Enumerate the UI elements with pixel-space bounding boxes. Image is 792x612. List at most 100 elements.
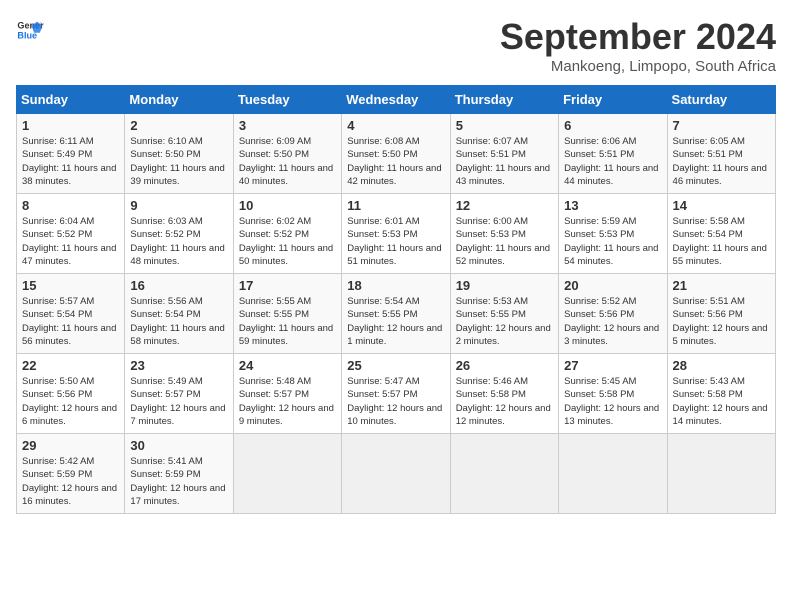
calendar-day: 12 Sunrise: 6:00 AMSunset: 5:53 PMDayligh… (450, 194, 558, 274)
day-number: 24 (239, 358, 336, 373)
calendar-day: 7 Sunrise: 6:05 AMSunset: 5:51 PMDaylight… (667, 114, 775, 194)
month-title: September 2024 (500, 16, 776, 58)
day-number: 3 (239, 118, 336, 133)
day-number: 27 (564, 358, 661, 373)
day-info: Sunrise: 6:08 AMSunset: 5:50 PMDaylight:… (347, 135, 444, 188)
day-info: Sunrise: 5:41 AMSunset: 5:59 PMDaylight:… (130, 455, 227, 508)
day-info: Sunrise: 5:45 AMSunset: 5:58 PMDaylight:… (564, 375, 661, 428)
day-number: 26 (456, 358, 553, 373)
day-number: 4 (347, 118, 444, 133)
calendar-week-row: 22 Sunrise: 5:50 AMSunset: 5:56 PMDayligh… (17, 354, 776, 434)
day-number: 2 (130, 118, 227, 133)
calendar-day: 20 Sunrise: 5:52 AMSunset: 5:56 PMDayligh… (559, 274, 667, 354)
day-number: 30 (130, 438, 227, 453)
day-number: 10 (239, 198, 336, 213)
day-info: Sunrise: 6:01 AMSunset: 5:53 PMDaylight:… (347, 215, 444, 268)
day-info: Sunrise: 6:06 AMSunset: 5:51 PMDaylight:… (564, 135, 661, 188)
day-number: 21 (673, 278, 770, 293)
day-info: Sunrise: 6:02 AMSunset: 5:52 PMDaylight:… (239, 215, 336, 268)
calendar-body: 1 Sunrise: 6:11 AMSunset: 5:49 PMDaylight… (17, 114, 776, 514)
day-info: Sunrise: 5:46 AMSunset: 5:58 PMDaylight:… (456, 375, 553, 428)
location-subtitle: Mankoeng, Limpopo, South Africa (500, 58, 776, 75)
day-number: 25 (347, 358, 444, 373)
calendar-day (667, 434, 775, 514)
day-info: Sunrise: 5:43 AMSunset: 5:58 PMDaylight:… (673, 375, 770, 428)
day-info: Sunrise: 6:05 AMSunset: 5:51 PMDaylight:… (673, 135, 770, 188)
day-info: Sunrise: 5:55 AMSunset: 5:55 PMDaylight:… (239, 295, 336, 348)
day-number: 17 (239, 278, 336, 293)
calendar-day: 6Sunrise: 6:06 AMSunset: 5:51 PMDaylight… (559, 114, 667, 194)
calendar-day: 3 Sunrise: 6:09 AMSunset: 5:50 PMDaylight… (233, 114, 341, 194)
day-number: 5 (456, 118, 553, 133)
calendar-day: 22 Sunrise: 5:50 AMSunset: 5:56 PMDayligh… (17, 354, 125, 434)
day-number: 20 (564, 278, 661, 293)
day-info: Sunrise: 6:11 AMSunset: 5:49 PMDaylight:… (22, 135, 119, 188)
day-number: 14 (673, 198, 770, 213)
header-sunday: Sunday (17, 86, 125, 114)
day-number: 12 (456, 198, 553, 213)
day-number: 1 (22, 118, 119, 133)
day-info: Sunrise: 6:04 AMSunset: 5:52 PMDaylight:… (22, 215, 119, 268)
calendar-day: 5 Sunrise: 6:07 AMSunset: 5:51 PMDaylight… (450, 114, 558, 194)
day-info: Sunrise: 5:50 AMSunset: 5:56 PMDaylight:… (22, 375, 119, 428)
day-info: Sunrise: 6:00 AMSunset: 5:53 PMDaylight:… (456, 215, 553, 268)
day-info: Sunrise: 5:53 AMSunset: 5:55 PMDaylight:… (456, 295, 553, 348)
calendar-week-row: 29 Sunrise: 5:42 AMSunset: 5:59 PMDayligh… (17, 434, 776, 514)
day-number: 15 (22, 278, 119, 293)
day-info: Sunrise: 5:49 AMSunset: 5:57 PMDaylight:… (130, 375, 227, 428)
header-wednesday: Wednesday (342, 86, 450, 114)
day-number: 22 (22, 358, 119, 373)
calendar-day: 30 Sunrise: 5:41 AMSunset: 5:59 PMDayligh… (125, 434, 233, 514)
day-number: 7 (673, 118, 770, 133)
calendar-day: 28 Sunrise: 5:43 AMSunset: 5:58 PMDayligh… (667, 354, 775, 434)
calendar-day: 16 Sunrise: 5:56 AMSunset: 5:54 PMDayligh… (125, 274, 233, 354)
calendar-day: 25 Sunrise: 5:47 AMSunset: 5:57 PMDayligh… (342, 354, 450, 434)
calendar-day: 27 Sunrise: 5:45 AMSunset: 5:58 PMDayligh… (559, 354, 667, 434)
header-saturday: Saturday (667, 86, 775, 114)
calendar-day: 15Sunrise: 5:57 AMSunset: 5:54 PMDayligh… (17, 274, 125, 354)
calendar-week-row: 15Sunrise: 5:57 AMSunset: 5:54 PMDayligh… (17, 274, 776, 354)
calendar-day: 21 Sunrise: 5:51 AMSunset: 5:56 PMDayligh… (667, 274, 775, 354)
day-info: Sunrise: 6:09 AMSunset: 5:50 PMDaylight:… (239, 135, 336, 188)
day-number: 19 (456, 278, 553, 293)
title-section: September 2024 Mankoeng, Limpopo, South … (500, 16, 776, 75)
calendar-day: 29 Sunrise: 5:42 AMSunset: 5:59 PMDayligh… (17, 434, 125, 514)
header-row: Sunday Monday Tuesday Wednesday Thursday… (17, 86, 776, 114)
calendar-day: 23 Sunrise: 5:49 AMSunset: 5:57 PMDayligh… (125, 354, 233, 434)
calendar-week-row: 8 Sunrise: 6:04 AMSunset: 5:52 PMDaylight… (17, 194, 776, 274)
day-info: Sunrise: 5:48 AMSunset: 5:57 PMDaylight:… (239, 375, 336, 428)
day-info: Sunrise: 5:58 AMSunset: 5:54 PMDaylight:… (673, 215, 770, 268)
day-number: 9 (130, 198, 227, 213)
day-number: 23 (130, 358, 227, 373)
calendar-table: Sunday Monday Tuesday Wednesday Thursday… (16, 85, 776, 514)
page-header: General Blue September 2024 Mankoeng, Li… (16, 16, 776, 75)
calendar-day (233, 434, 341, 514)
day-info: Sunrise: 5:42 AMSunset: 5:59 PMDaylight:… (22, 455, 119, 508)
day-number: 28 (673, 358, 770, 373)
calendar-day: 10 Sunrise: 6:02 AMSunset: 5:52 PMDayligh… (233, 194, 341, 274)
calendar-day: 14 Sunrise: 5:58 AMSunset: 5:54 PMDayligh… (667, 194, 775, 274)
day-number: 16 (130, 278, 227, 293)
day-info: Sunrise: 6:03 AMSunset: 5:52 PMDaylight:… (130, 215, 227, 268)
day-info: Sunrise: 5:51 AMSunset: 5:56 PMDaylight:… (673, 295, 770, 348)
header-monday: Monday (125, 86, 233, 114)
calendar-day: 24 Sunrise: 5:48 AMSunset: 5:57 PMDayligh… (233, 354, 341, 434)
calendar-week-row: 1 Sunrise: 6:11 AMSunset: 5:49 PMDaylight… (17, 114, 776, 194)
day-number: 13 (564, 198, 661, 213)
day-info: Sunrise: 6:07 AMSunset: 5:51 PMDaylight:… (456, 135, 553, 188)
day-info: Sunrise: 5:52 AMSunset: 5:56 PMDaylight:… (564, 295, 661, 348)
calendar-day: 9 Sunrise: 6:03 AMSunset: 5:52 PMDaylight… (125, 194, 233, 274)
day-info: Sunrise: 5:56 AMSunset: 5:54 PMDaylight:… (130, 295, 227, 348)
calendar-day: 17 Sunrise: 5:55 AMSunset: 5:55 PMDayligh… (233, 274, 341, 354)
logo-icon: General Blue (16, 16, 44, 44)
day-number: 8 (22, 198, 119, 213)
calendar-day: 1 Sunrise: 6:11 AMSunset: 5:49 PMDaylight… (17, 114, 125, 194)
day-info: Sunrise: 5:47 AMSunset: 5:57 PMDaylight:… (347, 375, 444, 428)
calendar-day: 4 Sunrise: 6:08 AMSunset: 5:50 PMDaylight… (342, 114, 450, 194)
calendar-day: 19 Sunrise: 5:53 AMSunset: 5:55 PMDayligh… (450, 274, 558, 354)
calendar-day (342, 434, 450, 514)
calendar-day (450, 434, 558, 514)
day-number: 29 (22, 438, 119, 453)
day-info: Sunrise: 5:54 AMSunset: 5:55 PMDaylight:… (347, 295, 444, 348)
calendar-day: 8 Sunrise: 6:04 AMSunset: 5:52 PMDaylight… (17, 194, 125, 274)
